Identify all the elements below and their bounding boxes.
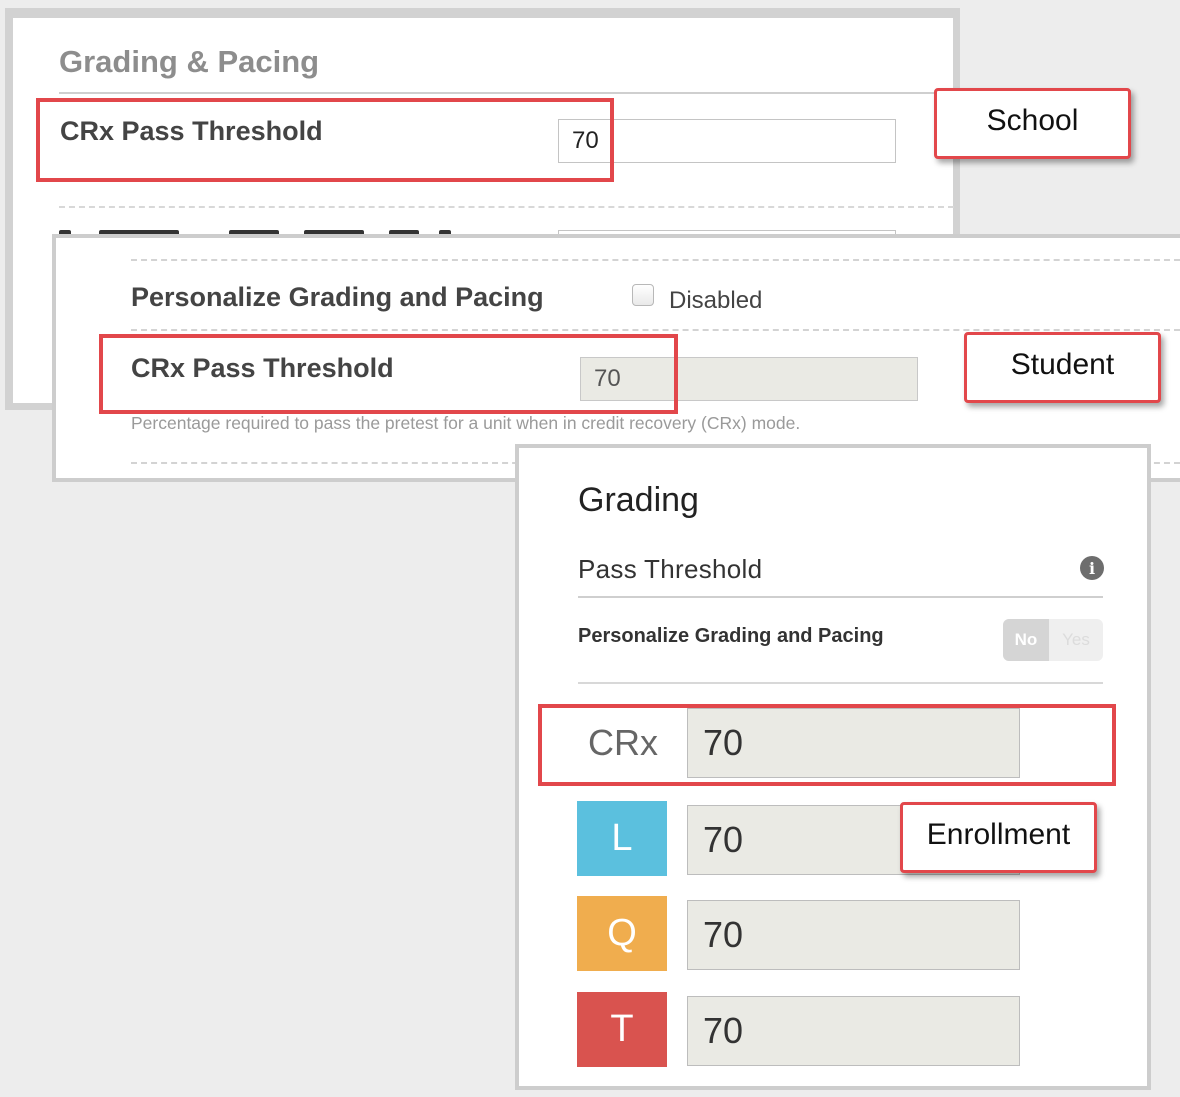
enrollment-highlight-box (538, 704, 1116, 786)
personalize-checkbox[interactable] (632, 284, 654, 306)
row-divider (59, 206, 954, 208)
toggle-no-option[interactable]: No (1003, 619, 1049, 661)
info-icon[interactable]: i (1080, 556, 1104, 580)
pass-threshold-subtitle: Pass Threshold (578, 554, 763, 584)
section-divider (578, 682, 1103, 684)
personalize-toggle[interactable]: No Yes (1003, 619, 1103, 661)
test-threshold-input[interactable]: 70 (687, 996, 1020, 1066)
school-highlight-box (36, 98, 614, 182)
personalize-grading-label: Personalize Grading and Pacing (131, 282, 544, 312)
help-text: Percentage required to pass the pretest … (131, 413, 801, 433)
student-callout: Student (964, 332, 1161, 403)
enrollment-callout: Enrollment (900, 802, 1097, 873)
toggle-yes-option[interactable]: Yes (1049, 619, 1103, 661)
row-divider (131, 259, 1180, 261)
quiz-row-label: Q (577, 896, 667, 971)
section-divider (578, 596, 1103, 598)
lesson-row-label: L (577, 801, 667, 876)
school-callout: School (934, 88, 1131, 159)
section-divider (59, 92, 954, 94)
quiz-threshold-input[interactable]: 70 (687, 900, 1020, 970)
grading-title: Grading (578, 481, 699, 519)
personalize-state-label: Disabled (669, 287, 763, 314)
personalize-grading-label: Personalize Grading and Pacing (578, 625, 884, 647)
test-row-label: T (577, 992, 667, 1067)
section-title: Grading & Pacing (59, 44, 320, 79)
row-divider (131, 329, 1180, 331)
student-highlight-box (99, 334, 678, 414)
